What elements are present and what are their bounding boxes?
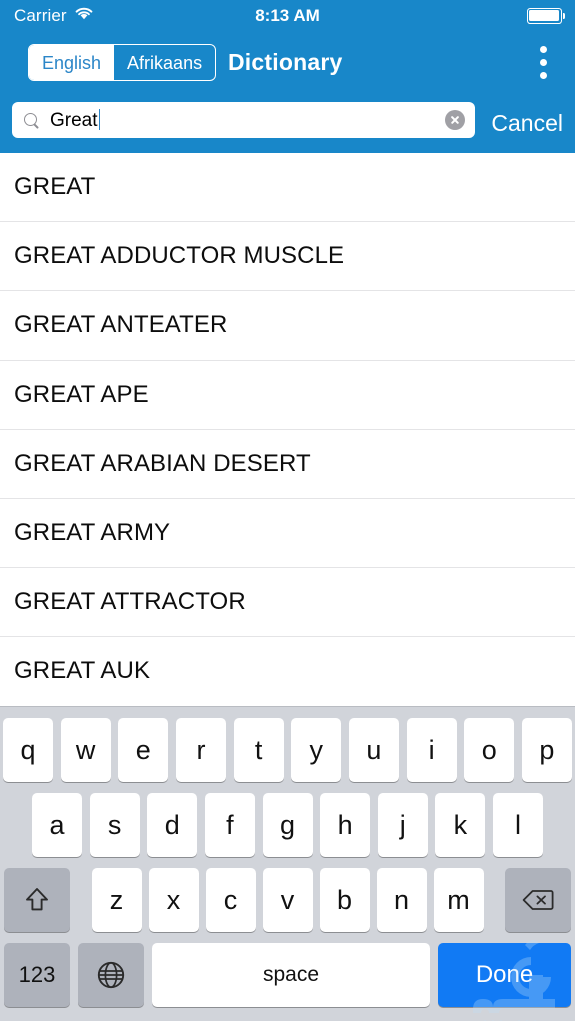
- shift-key[interactable]: [4, 868, 70, 932]
- page-title: Dictionary: [228, 48, 343, 75]
- more-vertical-icon[interactable]: [528, 31, 558, 93]
- globe-key[interactable]: [78, 943, 144, 1007]
- clear-circle-icon[interactable]: [445, 110, 465, 130]
- shift-icon: [25, 887, 49, 913]
- cancel-button[interactable]: Cancel: [491, 93, 563, 153]
- key-g[interactable]: g: [262, 793, 313, 857]
- keyboard-row-3: z x c v b n m: [0, 868, 575, 932]
- text-caret: [98, 108, 101, 130]
- navigation-bar: English Afrikaans Dictionary: [0, 31, 575, 93]
- key-s[interactable]: s: [89, 793, 140, 857]
- key-r[interactable]: r: [175, 718, 226, 782]
- done-key-label: Done: [475, 961, 534, 988]
- search-icon: [24, 112, 39, 128]
- key-d[interactable]: d: [147, 793, 198, 857]
- list-item[interactable]: GREAT ADDUCTOR MUSCLE: [0, 222, 575, 292]
- key-t[interactable]: t: [233, 718, 284, 782]
- list-item[interactable]: GREAT ANTEATER: [0, 291, 575, 361]
- app-screen: Carrier 8:13 AM English Afrikaans Dictio…: [0, 0, 575, 1021]
- on-screen-keyboard[interactable]: q w e r t y u i o p a s d f g h j k l z …: [0, 706, 575, 1021]
- done-key[interactable]: Done: [438, 939, 571, 1021]
- search-input[interactable]: Great: [12, 102, 475, 138]
- key-o[interactable]: o: [464, 718, 515, 782]
- key-n[interactable]: n: [376, 868, 427, 932]
- keyboard-row-3-letters: z x c v b n m: [91, 868, 484, 932]
- keyboard-row-4: 123 space Done: [0, 939, 575, 1021]
- keyboard-row-2: a s d f g h j k l: [0, 793, 575, 857]
- segment-afrikaans[interactable]: Afrikaans: [114, 45, 215, 80]
- key-x[interactable]: x: [148, 868, 199, 932]
- backspace-key[interactable]: [505, 868, 571, 932]
- key-z[interactable]: z: [91, 868, 142, 932]
- key-w[interactable]: w: [60, 718, 111, 782]
- segment-english[interactable]: English: [29, 45, 115, 80]
- backspace-icon: [522, 888, 554, 912]
- key-e[interactable]: e: [118, 718, 169, 782]
- key-l[interactable]: l: [493, 793, 543, 857]
- key-f[interactable]: f: [204, 793, 255, 857]
- key-p[interactable]: p: [521, 718, 572, 782]
- status-bar: Carrier 8:13 AM: [0, 0, 575, 31]
- key-u[interactable]: u: [348, 718, 399, 782]
- numeric-key[interactable]: 123: [4, 943, 70, 1007]
- key-m[interactable]: m: [433, 868, 484, 932]
- key-q[interactable]: q: [3, 718, 53, 782]
- list-item[interactable]: GREAT AUK: [0, 637, 575, 706]
- key-h[interactable]: h: [320, 793, 371, 857]
- status-bar-right: [527, 7, 566, 24]
- search-results-list[interactable]: GREAT GREAT ADDUCTOR MUSCLE GREAT ANTEAT…: [0, 153, 575, 706]
- clock-label: 8:13 AM: [255, 5, 320, 25]
- key-y[interactable]: y: [291, 718, 342, 782]
- key-j[interactable]: j: [377, 793, 428, 857]
- key-a[interactable]: a: [32, 793, 82, 857]
- key-k[interactable]: k: [435, 793, 486, 857]
- key-c[interactable]: c: [205, 868, 256, 932]
- space-key[interactable]: space: [152, 943, 430, 1007]
- key-v[interactable]: v: [262, 868, 313, 932]
- search-input-value: Great: [50, 108, 101, 132]
- key-b[interactable]: b: [319, 868, 370, 932]
- battery-full-icon: [527, 7, 566, 24]
- list-item[interactable]: GREAT: [0, 153, 575, 223]
- list-item[interactable]: GREAT ATTRACTOR: [0, 568, 575, 638]
- list-item[interactable]: GREAT ARMY: [0, 499, 575, 569]
- list-item[interactable]: GREAT ARABIAN DESERT: [0, 430, 575, 499]
- keyboard-row-1: q w e r t y u i o p: [0, 718, 575, 782]
- list-item[interactable]: GREAT APE: [0, 361, 575, 430]
- key-i[interactable]: i: [406, 718, 457, 782]
- language-toggle[interactable]: English Afrikaans: [28, 44, 217, 81]
- search-bar: Great Cancel: [0, 93, 575, 153]
- globe-icon: [96, 960, 126, 990]
